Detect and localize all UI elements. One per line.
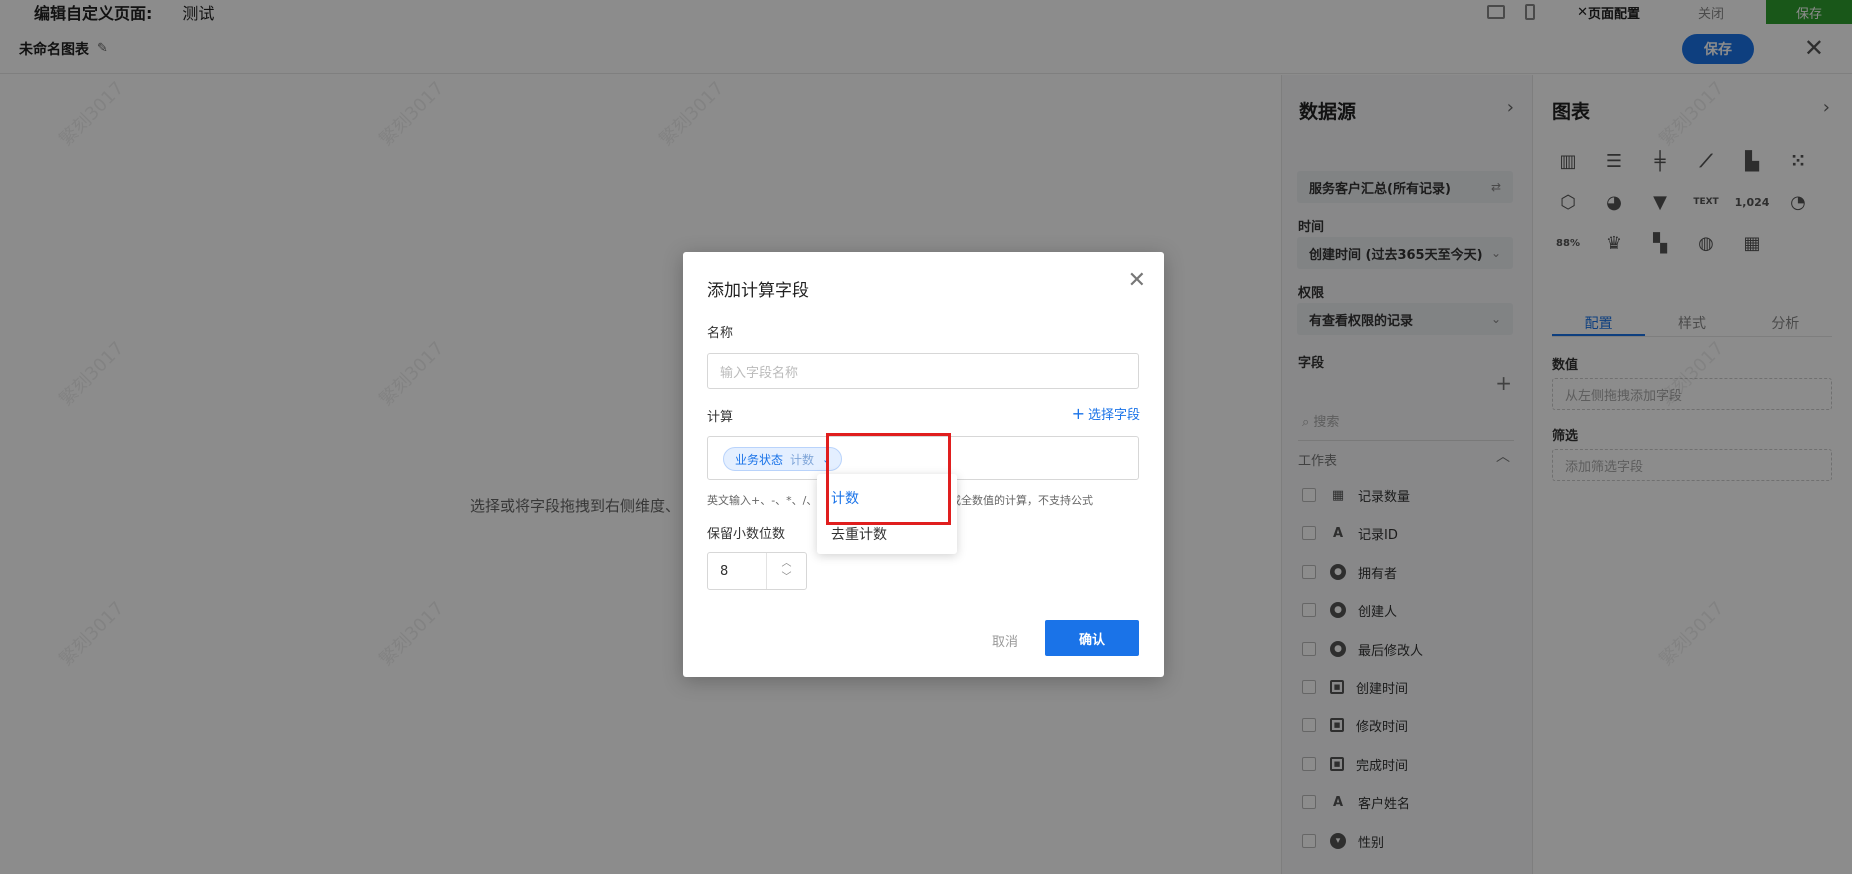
select-field-button[interactable]: + 选择字段	[1072, 404, 1140, 423]
highlight-annotation-box	[826, 433, 951, 525]
plus-icon: +	[1071, 404, 1085, 423]
close-icon[interactable]: ✕	[1128, 270, 1146, 292]
hint-text-head: 英文输入+、-、*、/、	[707, 494, 818, 507]
confirm-button[interactable]: 确认	[1045, 620, 1139, 656]
field-token-name: 业务状态	[735, 452, 784, 467]
stepper-arrows[interactable]: ︿ ﹀	[766, 553, 806, 589]
cancel-button[interactable]: 取消	[992, 631, 1018, 650]
calc-label: 计算	[707, 410, 734, 425]
decimal-stepper[interactable]: 8 ︿ ﹀	[707, 552, 807, 590]
chevron-down-icon[interactable]: ﹀	[782, 571, 792, 585]
field-name-input[interactable]: 输入字段名称	[707, 353, 1139, 389]
dropdown-item-distinct-count[interactable]: 去重计数	[831, 524, 887, 544]
chevron-up-icon[interactable]: ︿	[782, 557, 792, 571]
dialog-title: 添加计算字段	[707, 281, 809, 301]
decimal-label: 保留小数位数	[707, 527, 786, 542]
hint-text-tail: 值或全数值的计算，不支持公式	[939, 494, 1093, 507]
decimal-value: 8	[720, 563, 729, 579]
name-label: 名称	[707, 326, 734, 341]
select-field-label: 选择字段	[1087, 408, 1140, 423]
field-token-agg: 计数	[790, 452, 815, 467]
field-token[interactable]: 业务状态 计数 ⌄	[723, 447, 843, 471]
field-name-placeholder: 输入字段名称	[720, 365, 799, 381]
